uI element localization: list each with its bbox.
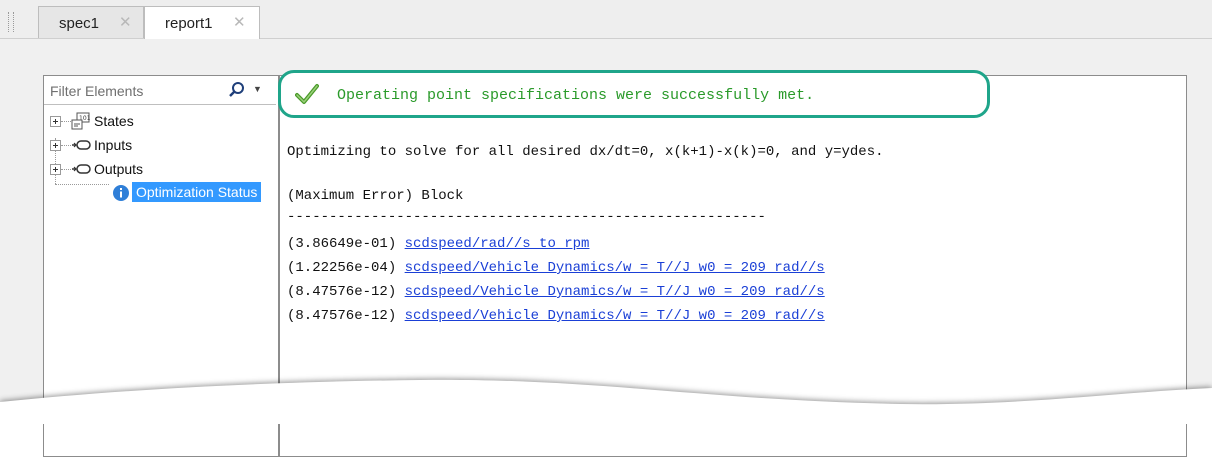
expand-icon[interactable] <box>50 116 61 127</box>
tab-spec1[interactable]: spec1 ✕ <box>38 6 144 38</box>
error-value: (8.47576e-12) <box>287 308 397 324</box>
table-separator: ----------------------------------------… <box>287 209 766 225</box>
tab-strip: spec1 ✕ report1 ✕ <box>0 0 1212 39</box>
tab-label: report1 <box>165 15 213 32</box>
tree-item-label: Inputs <box>94 137 133 153</box>
status-message: Operating point specifications were succ… <box>337 87 815 104</box>
states-icon: 101 <box>71 112 91 130</box>
chevron-down-icon[interactable]: ▼ <box>253 84 262 94</box>
error-value: (1.22256e-04) <box>287 260 397 276</box>
status-highlight: Operating point specifications were succ… <box>278 70 990 118</box>
tab-label: spec1 <box>59 15 100 32</box>
tree-item-states[interactable]: 101 States <box>44 110 276 132</box>
torn-edge <box>0 378 1212 424</box>
expand-icon[interactable] <box>50 140 61 151</box>
tree-item-label: Outputs <box>94 161 144 177</box>
close-icon[interactable]: ✕ <box>119 13 132 31</box>
tree-item-optimization-status[interactable]: Optimization Status <box>44 182 276 204</box>
expand-icon[interactable] <box>50 164 61 175</box>
tree-item-inputs[interactable]: Inputs <box>44 134 276 156</box>
checkmark-icon <box>295 83 319 110</box>
error-value: (8.47576e-12) <box>287 284 397 300</box>
output-port-icon <box>71 160 91 178</box>
input-port-icon <box>71 136 91 154</box>
search-icon[interactable] <box>228 81 246 104</box>
info-icon <box>112 184 132 202</box>
block-link[interactable]: scdspeed/Vehicle Dynamics/w = T//J w0 = … <box>405 260 825 276</box>
tree-item-outputs[interactable]: Outputs <box>44 158 276 180</box>
table-row: (1.22256e-04) scdspeed/Vehicle Dynamics/… <box>287 260 825 276</box>
table-row: (3.86649e-01) scdspeed/rad//s to rpm <box>287 236 589 252</box>
optimization-objective: Optimizing to solve for all desired dx/d… <box>287 144 884 160</box>
filter-placeholder: Filter Elements <box>50 83 144 99</box>
error-value: (3.86649e-01) <box>287 236 397 252</box>
table-header: (Maximum Error) Block <box>287 188 464 204</box>
table-row: (8.47576e-12) scdspeed/Vehicle Dynamics/… <box>287 284 825 300</box>
close-icon[interactable]: ✕ <box>233 13 246 31</box>
block-link[interactable]: scdspeed/Vehicle Dynamics/w = T//J w0 = … <box>405 284 825 300</box>
tree-item-label: Optimization Status <box>132 182 262 202</box>
tab-strip-grip[interactable] <box>8 12 14 32</box>
tree-item-label: States <box>94 113 134 129</box>
filter-elements-input[interactable]: Filter Elements ▼ <box>44 76 276 105</box>
block-link[interactable]: scdspeed/rad//s to rpm <box>405 236 590 252</box>
block-link[interactable]: scdspeed/Vehicle Dynamics/w = T//J w0 = … <box>405 308 825 324</box>
table-row: (8.47576e-12) scdspeed/Vehicle Dynamics/… <box>287 308 825 324</box>
tab-report1[interactable]: report1 ✕ <box>144 6 260 39</box>
